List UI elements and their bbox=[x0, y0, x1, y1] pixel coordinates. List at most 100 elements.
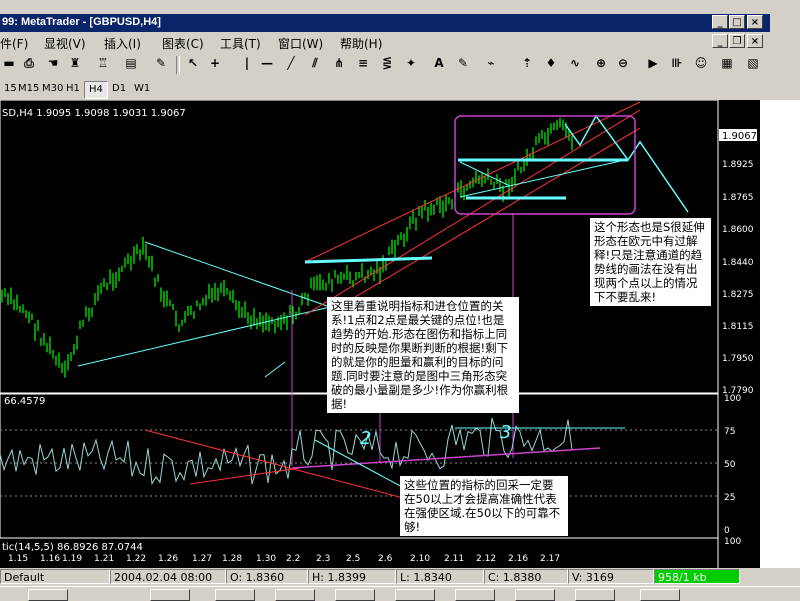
price-label: 1.8440 bbox=[722, 258, 754, 268]
task-button[interactable] bbox=[150, 589, 190, 601]
task-button[interactable] bbox=[515, 589, 555, 601]
annotation-note-3: 这些位置的指标的回采一定要在50以上才会提高准确性代表在强使区域.在50以下的可… bbox=[400, 476, 568, 536]
menu-charts[interactable]: 图表(C) bbox=[162, 35, 204, 52]
date-label: 1.16 bbox=[40, 554, 60, 564]
resistance-line-1 bbox=[304, 256, 433, 264]
menu-help[interactable]: 帮助(H) bbox=[340, 35, 382, 52]
gann-icon[interactable]: ≡ bbox=[354, 56, 372, 74]
task-button[interactable] bbox=[275, 589, 315, 601]
child-restore-button[interactable]: ❐ bbox=[729, 34, 745, 48]
date-label: 2.12 bbox=[476, 554, 496, 564]
fibo-icon[interactable]: ⋔ bbox=[330, 56, 348, 74]
price-label: 1.8765 bbox=[722, 193, 754, 203]
status-traffic: 958/1 kb bbox=[654, 569, 740, 584]
save-icon[interactable]: ▬ bbox=[0, 56, 18, 74]
date-label: 2.3 bbox=[316, 554, 330, 564]
minimize-button[interactable]: _ bbox=[712, 15, 728, 29]
status-high: H: 1.8399 bbox=[308, 569, 396, 584]
status-open: O: 1.8360 bbox=[226, 569, 308, 584]
date-label: 2.10 bbox=[410, 554, 430, 564]
pencil-icon[interactable]: ✎ bbox=[152, 56, 170, 74]
date-label: 1.19 bbox=[62, 554, 82, 564]
annotation-note-1: 这里着重说明指标和进仓位置的关系!1点和2点是最关键的点位!也是趋势的开始.形态… bbox=[327, 297, 519, 413]
indicator-level-label: 25 bbox=[724, 493, 735, 503]
arrow-up-icon[interactable]: ⇡ bbox=[518, 56, 536, 74]
child-close-button[interactable]: × bbox=[747, 34, 763, 48]
wave-icon[interactable]: ∿ bbox=[566, 56, 584, 74]
triangle-target-mark bbox=[264, 361, 286, 378]
bar-chart-icon[interactable]: ▦ bbox=[718, 56, 736, 74]
properties-icon[interactable]: ▤ bbox=[122, 56, 140, 74]
indicator-frame bbox=[0, 393, 719, 539]
child-minimize-button[interactable]: _ bbox=[712, 34, 728, 48]
chart-shift-icon[interactable]: ▶ bbox=[644, 56, 662, 74]
vline-icon[interactable]: | bbox=[238, 56, 256, 74]
trendline-icon[interactable]: ╱ bbox=[282, 56, 300, 74]
channel-icon[interactable]: ⫽ bbox=[306, 56, 324, 74]
stoch-header: tic(14,5,5) 86.8926 87.0744 bbox=[2, 542, 143, 553]
chart-header: SD,H4 1.9095 1.9098 1.9031 1.9067 bbox=[2, 108, 186, 119]
expert-icon[interactable]: ☺ bbox=[692, 56, 710, 74]
tower-icon[interactable]: ♜ bbox=[66, 56, 84, 74]
task-button[interactable] bbox=[335, 589, 375, 601]
task-button[interactable] bbox=[28, 589, 68, 601]
tf-d1[interactable]: D1 bbox=[108, 81, 130, 97]
projection-path bbox=[564, 114, 689, 213]
date-label: 1.27 bbox=[192, 554, 212, 564]
status-volume: V: 3169 bbox=[568, 569, 654, 584]
menu-file[interactable]: 件(F) bbox=[0, 35, 28, 52]
triangle-upper-line bbox=[144, 241, 331, 308]
indicator-level-label: 0 bbox=[724, 526, 730, 536]
indicator-red-line-1 bbox=[144, 429, 431, 506]
current-price: 1.9067 bbox=[722, 131, 757, 142]
candle-icon[interactable]: ▧ bbox=[744, 56, 762, 74]
zoom-in-icon[interactable]: ⊕ bbox=[592, 56, 610, 74]
date-label: 2.6 bbox=[378, 554, 393, 564]
cursor-icon[interactable]: ↖ bbox=[184, 56, 202, 74]
date-label: 2.5 bbox=[346, 554, 360, 564]
task-button[interactable] bbox=[640, 589, 680, 601]
crosshair-icon[interactable]: + bbox=[206, 56, 224, 74]
fibo-fan-icon[interactable]: ⋚ bbox=[378, 56, 396, 74]
print-icon[interactable]: ⎙ bbox=[20, 56, 38, 74]
autoscroll-icon[interactable]: ⊪ bbox=[668, 56, 686, 74]
date-label: 2.2 bbox=[286, 554, 300, 564]
menu-tools[interactable]: 工具(T) bbox=[220, 35, 261, 52]
label-icon[interactable]: ✎ bbox=[454, 56, 472, 74]
indicator-level-label: 75 bbox=[724, 427, 735, 437]
tf-h1[interactable]: H1 bbox=[62, 81, 84, 97]
taskbar bbox=[0, 586, 800, 601]
date-label: 1.28 bbox=[222, 554, 242, 564]
arrow-down-icon[interactable]: ♦ bbox=[542, 56, 560, 74]
task-button[interactable] bbox=[395, 589, 435, 601]
price-label: 1.8925 bbox=[722, 160, 754, 170]
task-button[interactable] bbox=[455, 589, 495, 601]
date-label: 1.30 bbox=[256, 554, 276, 564]
period-icon[interactable]: ⌁ bbox=[482, 56, 500, 74]
right-panel bbox=[760, 100, 800, 568]
close-button[interactable]: × bbox=[747, 15, 763, 29]
menu-window[interactable]: 窗口(W) bbox=[278, 35, 323, 52]
tf-w1[interactable]: W1 bbox=[130, 81, 154, 97]
tower2-icon[interactable]: ♖ bbox=[94, 56, 112, 74]
task-button[interactable] bbox=[575, 589, 615, 601]
tf-h4[interactable]: H4 bbox=[84, 81, 108, 99]
menu-view[interactable]: 显视(V) bbox=[44, 35, 86, 52]
title-bar[interactable]: 99: MetaTrader - [GBPUSD,H4] _ □ × bbox=[0, 14, 770, 32]
text-icon[interactable]: A bbox=[430, 56, 448, 74]
hline-icon[interactable]: — bbox=[258, 56, 276, 74]
annotation-note-2: 这个形态也是S很延伸形态在欧元中有过解释!只是注意通道的趋势线的画法在没有出现两… bbox=[590, 218, 711, 306]
indicator-level-label: 100 bbox=[724, 394, 741, 404]
maximize-button[interactable]: □ bbox=[729, 15, 745, 29]
menu-bar: 件(F) 显视(V) 插入(I) 图表(C) 工具(T) 窗口(W) 帮助(H)… bbox=[0, 32, 770, 52]
menu-insert[interactable]: 插入(I) bbox=[104, 35, 141, 52]
date-label: 1.21 bbox=[94, 554, 114, 564]
indicator-header: 66.4579 bbox=[4, 396, 45, 407]
zoom-out-icon[interactable]: ⊖ bbox=[614, 56, 632, 74]
status-bar: Default 2004.02.04 08:00 O: 1.8360 H: 1.… bbox=[0, 568, 770, 586]
task-button[interactable] bbox=[215, 589, 255, 601]
gann-fan-icon[interactable]: ✦ bbox=[402, 56, 420, 74]
price-chart[interactable]: SD,H4 1.9095 1.9098 1.9031 1.9067 66.457… bbox=[0, 100, 760, 568]
hand-icon[interactable]: ☚ bbox=[44, 56, 62, 74]
status-profile[interactable]: Default bbox=[0, 569, 110, 584]
